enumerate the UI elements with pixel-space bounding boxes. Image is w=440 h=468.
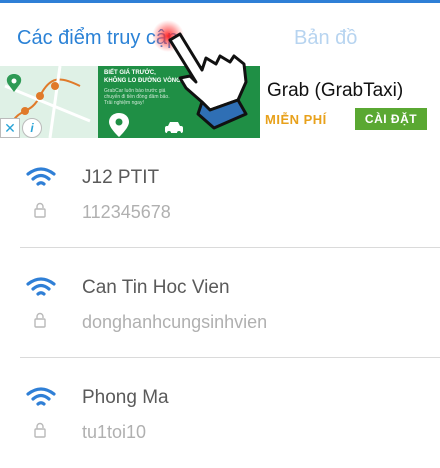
ad-install-button[interactable]: CÀI ĐẶT bbox=[355, 108, 427, 130]
hotspot-password: 112345678 bbox=[82, 202, 171, 222]
list-item[interactable]: Phong Ma tu1toi10 bbox=[0, 358, 440, 468]
map-pin-icon bbox=[109, 113, 129, 137]
close-icon[interactable]: ✕ bbox=[0, 118, 20, 138]
lock-icon bbox=[34, 312, 46, 328]
list-item[interactable]: Can Tin Hoc Vien donghanhcungsinhvien bbox=[0, 248, 440, 358]
wifi-icon bbox=[26, 167, 56, 186]
ad-headline-1: BIẾT GIÁ TRƯỚC, bbox=[104, 70, 156, 76]
hotspot-password: tu1toi10 bbox=[82, 422, 147, 442]
hotspot-name: Can Tin Hoc Vien bbox=[82, 277, 230, 298]
tap-hand-icon bbox=[152, 20, 248, 130]
hotspot-password: donghanhcungsinhvien bbox=[82, 312, 268, 332]
wifi-icon bbox=[26, 387, 56, 406]
ad-price-label: MIỄN PHÍ bbox=[265, 112, 327, 127]
tab-map[interactable]: Bản đồ bbox=[294, 27, 357, 50]
hotspot-name: Phong Ma bbox=[82, 387, 169, 408]
lock-icon bbox=[34, 422, 46, 438]
info-icon[interactable]: i bbox=[22, 118, 42, 138]
lock-icon bbox=[34, 202, 46, 218]
hotspot-name: J12 PTIT bbox=[82, 167, 160, 188]
wifi-icon bbox=[26, 277, 56, 296]
list-item[interactable]: J12 PTIT 112345678 bbox=[0, 138, 440, 248]
ad-app-title[interactable]: Grab (GrabTaxi) bbox=[267, 80, 403, 102]
